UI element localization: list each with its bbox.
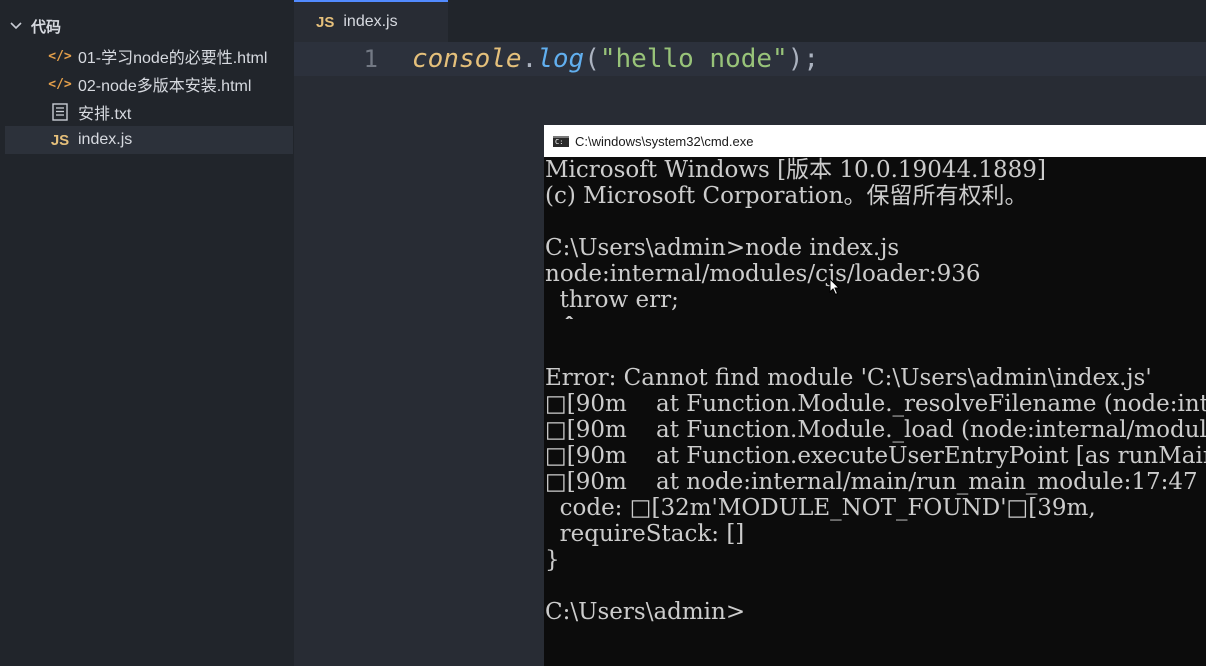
cmd-window[interactable]: C: C:\windows\system32\cmd.exe Microsoft… — [544, 125, 1206, 666]
console-line: □[90m at Function.Module._resolveFilenam… — [545, 391, 1206, 417]
console-line: requireStack: [] — [545, 521, 745, 547]
console-line: C:\Users\admin> — [545, 599, 746, 625]
console-line: □[90m at Function.Module._load (node:int… — [545, 417, 1206, 443]
explorer-sidebar: 代码 </> 01-学习node的必要性.html </> 02-node多版本… — [0, 0, 294, 666]
tab-index-js[interactable]: JS index.js — [294, 0, 448, 42]
console-line: } — [545, 547, 560, 573]
token-dot: . — [521, 44, 538, 74]
editor-tabbar: JS index.js — [294, 0, 1206, 42]
console-line: throw err; — [545, 287, 679, 313]
console-line: □[90m at node:internal/main/run_main_mod… — [545, 469, 1198, 495]
console-line: code: □[32m'MODULE_NOT_FOUND'□[39m, — [545, 495, 1096, 521]
tab-label: index.js — [343, 13, 398, 30]
html-file-icon: </> — [48, 48, 72, 64]
cmd-app-icon: C: — [553, 135, 569, 147]
file-name: 01-学习node的必要性.html — [78, 50, 268, 67]
folder-name: 代码 — [31, 18, 62, 36]
token-function: log — [537, 44, 585, 74]
folder-header[interactable]: 代码 — [0, 14, 294, 38]
file-item-txt[interactable]: 安排.txt — [5, 98, 293, 126]
chevron-down-icon — [10, 22, 24, 30]
cmd-title: C:\windows\system32\cmd.exe — [575, 133, 754, 149]
token-object: console — [412, 44, 522, 74]
token-string: "hello node" — [599, 44, 788, 74]
console-line: Microsoft Windows [版本 10.0.19044.1889] — [545, 157, 1046, 183]
code-line[interactable]: console.log("hello node"); — [412, 42, 819, 76]
file-item-index-js[interactable]: JS index.js — [5, 126, 293, 154]
file-item-02-html[interactable]: </> 02-node多版本安装.html — [5, 70, 293, 98]
console-line: Error: Cannot find module 'C:\Users\admi… — [545, 365, 1152, 391]
token-open-paren: ( — [584, 44, 600, 74]
console-line: (c) Microsoft Corporation。保留所有权利。 — [545, 183, 1028, 209]
cmd-console-output[interactable]: Microsoft Windows [版本 10.0.19044.1889] (… — [545, 157, 1206, 666]
token-close: ); — [787, 44, 820, 74]
file-name: index.js — [78, 131, 133, 148]
cmd-titlebar[interactable]: C: C:\windows\system32\cmd.exe — [544, 125, 1206, 157]
js-file-icon: JS — [316, 13, 335, 31]
console-line: C:\Users\admin>node index.js — [545, 235, 900, 261]
console-line: ^ — [545, 313, 579, 319]
line-number: 1 — [363, 45, 378, 73]
console-line: □[90m at Function.executeUserEntryPoint … — [545, 443, 1206, 469]
file-name: 02-node多版本安装.html — [78, 78, 252, 95]
file-name: 安排.txt — [78, 106, 132, 123]
txt-file-icon — [49, 103, 71, 121]
html-file-icon: </> — [48, 76, 72, 92]
file-item-01-html[interactable]: </> 01-学习node的必要性.html — [5, 42, 293, 70]
console-line: node:internal/modules/cjs/loader:936 — [545, 261, 981, 287]
js-file-icon: JS — [50, 131, 70, 149]
mouse-pointer-icon — [829, 277, 841, 301]
